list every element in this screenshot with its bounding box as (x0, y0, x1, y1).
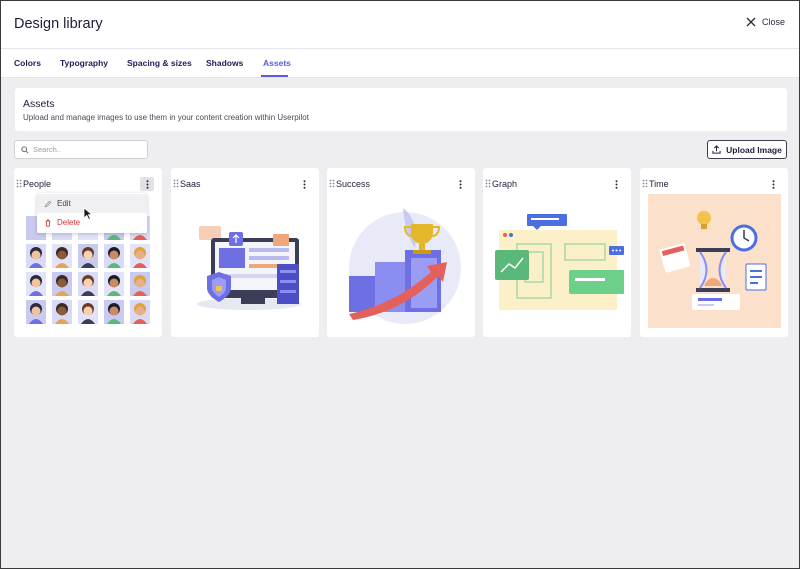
saas-thumbnail (197, 226, 301, 310)
asset-card-name: Graph (492, 179, 518, 189)
active-tab-indicator (261, 75, 288, 77)
trash-icon (45, 219, 51, 227)
tab-typography[interactable]: Typography (60, 58, 108, 68)
close-button[interactable]: Close (746, 17, 785, 27)
asset-card-name: Saas (180, 179, 201, 189)
drag-handle-icon[interactable] (16, 179, 22, 188)
upload-icon (712, 145, 721, 154)
design-library-modal: Design library Close Colors Typography S… (0, 0, 800, 569)
pencil-icon (44, 200, 52, 207)
asset-card-name: Success (336, 179, 371, 189)
drag-handle-icon[interactable] (485, 179, 491, 188)
upload-label: Upload Image (726, 144, 782, 155)
time-thumbnail (648, 194, 781, 328)
menu-item-label: Edit (57, 199, 71, 208)
search-input[interactable] (33, 145, 143, 154)
tab-bar: Colors Typography Spacing & sizes Shadow… (1, 49, 799, 78)
graph-thumbnail (495, 214, 624, 310)
asset-card-name: People (23, 179, 52, 189)
tab-shadows[interactable]: Shadows (206, 58, 243, 68)
assets-description: Upload and manage images to use them in … (23, 113, 309, 122)
asset-options-button[interactable] (140, 177, 154, 191)
search-box[interactable] (14, 140, 148, 159)
assets-info-panel: Assets Upload and manage images to use t… (15, 88, 787, 131)
asset-card-success[interactable]: Success (327, 168, 475, 337)
success-thumbnail (349, 208, 461, 324)
tab-colors[interactable]: Colors (14, 58, 41, 68)
asset-card-saas[interactable]: Saas (171, 168, 319, 337)
mouse-cursor-icon (83, 207, 94, 220)
modal-title: Design library (14, 16, 103, 32)
close-icon (746, 17, 756, 27)
kebab-icon (772, 179, 774, 189)
kebab-icon (303, 179, 305, 189)
asset-card-graph[interactable]: Graph (483, 168, 631, 337)
asset-card-time[interactable]: Time (640, 168, 788, 337)
drag-handle-icon[interactable] (173, 179, 179, 188)
kebab-icon (615, 179, 617, 189)
kebab-icon (459, 179, 461, 189)
drag-handle-icon[interactable] (642, 179, 648, 188)
assets-heading: Assets (23, 98, 55, 110)
asset-options-button[interactable] (766, 177, 780, 191)
modal-header: Design library Close (1, 1, 799, 49)
upload-image-button[interactable]: Upload Image (707, 140, 787, 159)
drag-handle-icon[interactable] (329, 179, 335, 188)
asset-options-button[interactable] (453, 177, 467, 191)
search-icon (21, 145, 29, 154)
asset-options-button[interactable] (609, 177, 623, 191)
menu-item-label: Delete (57, 218, 81, 227)
tab-assets[interactable]: Assets (263, 58, 291, 68)
asset-card-name: Time (649, 179, 669, 189)
close-label: Close (761, 17, 785, 27)
kebab-icon (146, 179, 148, 189)
asset-options-button[interactable] (297, 177, 311, 191)
tab-spacing-sizes[interactable]: Spacing & sizes (127, 58, 192, 68)
